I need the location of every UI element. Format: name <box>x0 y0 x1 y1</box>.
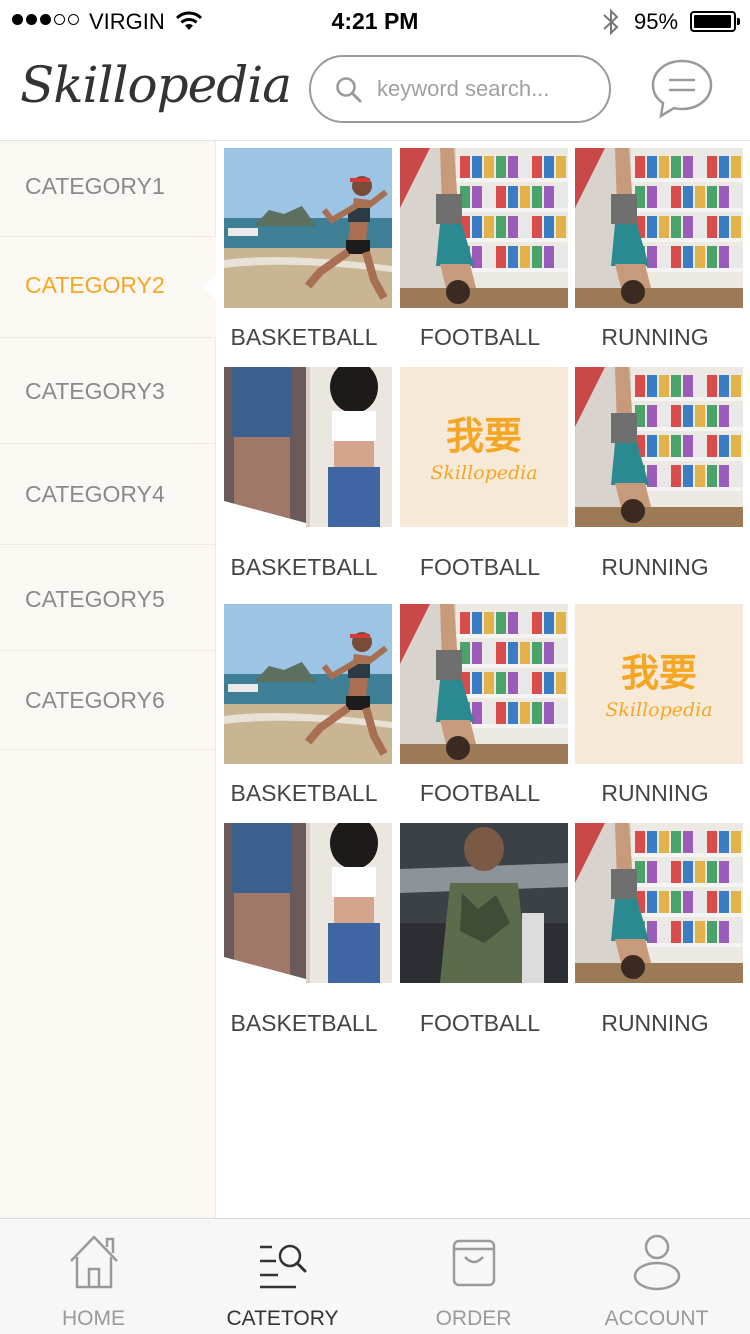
skill-tile-image[interactable] <box>224 148 392 308</box>
skill-tile-label[interactable]: FOOTBALL <box>392 1010 568 1037</box>
person-icon <box>633 1234 680 1291</box>
sidebar-item-category6[interactable]: CATEGORY6 <box>0 651 216 750</box>
sidebar-item-category5[interactable]: CATEGORY5 <box>0 545 216 651</box>
tab-label: ORDER <box>435 1307 512 1330</box>
tab-label: HOME <box>62 1307 125 1330</box>
skill-tile-image[interactable] <box>400 148 568 308</box>
skill-tile-label[interactable]: RUNNING <box>567 1010 743 1037</box>
shopping-bag-icon <box>452 1239 495 1287</box>
sidebar-item-category1[interactable]: CATEGORY1 <box>0 141 216 237</box>
skill-tile-label[interactable]: BASKETBALL <box>216 324 392 351</box>
sidebar-item-label: CATEGORY3 <box>25 378 165 404</box>
skill-tile-image[interactable] <box>224 604 392 764</box>
bluetooth-icon <box>603 8 619 36</box>
skill-tile-label[interactable]: RUNNING <box>567 324 743 351</box>
sidebar-item-category4[interactable]: CATEGORY4 <box>0 444 216 545</box>
category-search-icon <box>259 1244 306 1289</box>
home-icon <box>69 1235 118 1289</box>
sidebar-item-label: CATEGORY6 <box>25 687 165 713</box>
sidebar-item-category2[interactable]: CATEGORY2 <box>0 237 217 338</box>
skill-tile-label[interactable]: FOOTBALL <box>392 554 568 581</box>
skill-tile-image[interactable] <box>575 148 743 308</box>
skill-tile-image[interactable]: 我要 Skillopedia <box>400 367 568 527</box>
search-icon <box>336 77 362 103</box>
battery-percentage: 95% <box>634 9 679 34</box>
tab-label: ACCOUNT <box>604 1307 709 1330</box>
tab-category[interactable]: CATETORY <box>189 1219 376 1334</box>
logo-chinese-text: 我要 <box>446 414 522 458</box>
chat-bubble-icon[interactable] <box>650 58 714 120</box>
search-box[interactable] <box>309 55 611 123</box>
tab-account[interactable]: ACCOUNT <box>563 1219 750 1334</box>
tab-label: CATETORY <box>226 1307 339 1330</box>
battery-icon <box>690 11 740 32</box>
search-input[interactable] <box>377 69 597 109</box>
skill-tile-label[interactable]: FOOTBALL <box>392 780 568 807</box>
skill-grid: BASKETBALL FOOTBALL RUNNING BASKETBALL 我要 Ski… <box>216 141 750 1218</box>
bottom-tab-bar: HOME CATETORY ORDER ACCOUNT <box>0 1218 750 1334</box>
sidebar-item-label: CATEGORY4 <box>25 481 165 507</box>
skill-tile-image[interactable] <box>400 604 568 764</box>
skill-tile-image[interactable] <box>224 823 392 983</box>
skill-tile-image[interactable] <box>575 823 743 983</box>
skill-tile-label[interactable]: BASKETBALL <box>216 554 392 581</box>
category-sidebar: CATEGORY1 CATEGORY2 CATEGORY3 CATEGORY4 … <box>0 141 217 1218</box>
app-logo: Skillopedia <box>20 56 292 114</box>
sidebar-item-label: CATEGORY1 <box>25 173 165 199</box>
tab-home[interactable]: HOME <box>0 1219 187 1334</box>
skill-tile-image[interactable] <box>400 823 568 983</box>
sidebar-item-label: CATEGORY5 <box>25 586 165 612</box>
app-header: Skillopedia <box>0 42 750 141</box>
sidebar-item-category3[interactable]: CATEGORY3 <box>0 338 216 444</box>
sidebar-item-label: CATEGORY2 <box>25 272 165 298</box>
skill-tile-label[interactable]: BASKETBALL <box>216 780 392 807</box>
logo-english-text: Skillopedia <box>430 462 537 484</box>
skill-tile-image[interactable] <box>224 367 392 527</box>
logo-chinese-text: 我要 <box>621 651 697 695</box>
active-indicator <box>203 274 217 300</box>
logo-english-text: Skillopedia <box>605 699 712 721</box>
status-bar: VIRGIN 4:21 PM 95% <box>0 0 750 42</box>
skill-tile-image[interactable] <box>575 367 743 527</box>
tab-order[interactable]: ORDER <box>380 1219 567 1334</box>
skill-tile-label[interactable]: BASKETBALL <box>216 1010 392 1037</box>
skill-tile-label[interactable]: RUNNING <box>567 554 743 581</box>
skill-tile-label[interactable]: FOOTBALL <box>392 324 568 351</box>
skill-tile-image[interactable]: 我要 Skillopedia <box>575 604 743 764</box>
skill-tile-label[interactable]: RUNNING <box>567 780 743 807</box>
